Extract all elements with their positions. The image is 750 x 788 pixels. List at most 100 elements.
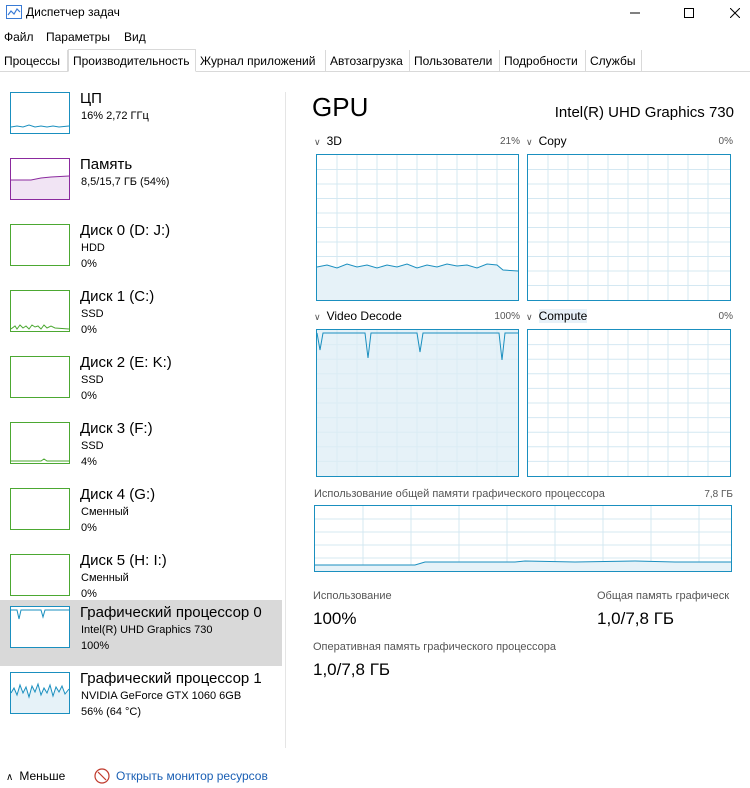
graph-percent: 0% — [718, 136, 733, 147]
shared-gpu-memory-label: Общая память графическ — [597, 590, 730, 602]
cpu-thumbnail — [10, 92, 70, 134]
gpu-ram-value: 1,0/7,8 ГБ — [313, 660, 391, 679]
title-bar: Диспетчер задач — [0, 0, 750, 26]
shared-memory-label: Использование общей памяти графического … — [314, 488, 605, 500]
sidebar-item-cpu[interactable]: ЦП 16% 2,72 ГГц — [0, 86, 282, 152]
window-title: Диспетчер задач — [26, 5, 120, 19]
sidebar-item-detail: 16% 2,72 ГГц — [81, 110, 149, 122]
sidebar-item-detail: SSD — [81, 440, 104, 452]
tab-services[interactable]: Службы — [586, 50, 642, 72]
graph-selector-compute[interactable]: ∨ Compute — [526, 309, 588, 323]
sidebar-item-name: ЦП — [80, 90, 102, 107]
graph-selector-3d[interactable]: ∨ 3D — [314, 134, 342, 148]
graph-label: Compute — [538, 309, 588, 323]
sidebar-item-name: Диск 4 (G:) — [80, 486, 156, 503]
fewer-details-button[interactable]: ∧ Меньше — [6, 769, 65, 783]
graph-percent: 21% — [499, 136, 520, 147]
sidebar-item-detail: 8,5/15,7 ГБ (54%) — [81, 176, 170, 188]
chevron-down-icon: ∨ — [526, 137, 533, 147]
minimize-icon — [630, 12, 640, 14]
graph-percent: 0% — [718, 311, 733, 322]
usage-value: 100% — [313, 609, 357, 628]
sidebar-item-name: Диск 2 (E: K:) — [80, 354, 172, 371]
memory-thumbnail — [10, 158, 70, 200]
graph-label: Video Decode — [326, 309, 402, 323]
sidebar-item-detail: Сменный — [81, 506, 129, 518]
graph-selector-copy[interactable]: ∨ Copy — [526, 134, 567, 148]
sidebar-item-disk3[interactable]: Диск 3 (F:) SSD 4% — [0, 416, 282, 482]
close-button[interactable] — [712, 0, 750, 26]
graph-compute — [527, 329, 731, 477]
sidebar-item-usage: 0% — [81, 522, 97, 534]
sidebar-item-name: Графический процессор 1 — [80, 670, 262, 687]
sidebar-item-gpu1[interactable]: Графический процессор 1 NVIDIA GeForce G… — [0, 666, 282, 732]
disk-thumbnail — [10, 290, 70, 332]
footer: ∧ Меньше Открыть монитор ресурсов — [0, 764, 750, 788]
sidebar-item-name: Память — [80, 156, 133, 173]
tab-app-history[interactable]: Журнал приложений — [196, 50, 326, 72]
usage-label: Использование — [313, 590, 392, 602]
graph-label: 3D — [326, 134, 342, 148]
sidebar-item-usage: 100% — [81, 640, 110, 652]
shared-gpu-memory-value: 1,0/7,8 ГБ — [597, 609, 675, 628]
sidebar-item-usage: 0% — [81, 390, 97, 402]
sidebar-item-usage: 0% — [81, 258, 97, 270]
chevron-down-icon: ∨ — [314, 312, 321, 322]
disk-thumbnail — [10, 224, 70, 266]
tab-details[interactable]: Подробности — [500, 50, 586, 72]
sidebar-item-disk4[interactable]: Диск 4 (G:) Сменный 0% — [0, 482, 282, 548]
sidebar-item-usage: 0% — [81, 324, 97, 336]
sidebar-item-disk0[interactable]: Диск 0 (D: J:) HDD 0% — [0, 218, 282, 284]
sidebar-item-detail: Intel(R) UHD Graphics 730 — [81, 624, 213, 636]
tab-bar: Процессы Производительность Журнал прило… — [0, 49, 750, 72]
sidebar-item-usage: 4% — [81, 456, 97, 468]
sidebar-item-memory[interactable]: Память 8,5/15,7 ГБ (54%) — [0, 152, 282, 218]
chevron-up-icon: ∧ — [6, 772, 14, 783]
sidebar-item-usage: 0% — [81, 588, 97, 600]
shared-memory-max: 7,8 ГБ — [704, 489, 733, 500]
tab-processes[interactable]: Процессы — [0, 50, 68, 72]
tab-performance[interactable]: Производительность — [68, 49, 196, 72]
sidebar-item-name: Графический процессор 0 — [80, 604, 262, 621]
tab-users[interactable]: Пользователи — [410, 50, 500, 72]
menu-file[interactable]: Файл — [4, 30, 34, 44]
sidebar-item-disk2[interactable]: Диск 2 (E: K:) SSD 0% — [0, 350, 282, 416]
sidebar-item-name: Диск 3 (F:) — [80, 420, 153, 437]
sidebar-item-gpu0[interactable]: Графический процессор 0 Intel(R) UHD Gra… — [0, 600, 282, 666]
disk-thumbnail — [10, 422, 70, 464]
pane-divider[interactable] — [285, 92, 286, 748]
sidebar-item-detail: Сменный — [81, 572, 129, 584]
sidebar-item-disk1[interactable]: Диск 1 (C:) SSD 0% — [0, 284, 282, 350]
sidebar-item-detail: NVIDIA GeForce GTX 1060 6GB — [81, 690, 242, 702]
chevron-down-icon: ∨ — [526, 312, 533, 322]
sidebar-item-name: Диск 0 (D: J:) — [80, 222, 171, 239]
page-title: GPU — [312, 92, 369, 122]
tab-startup[interactable]: Автозагрузка — [326, 50, 410, 72]
maximize-button[interactable] — [666, 0, 712, 26]
maximize-icon — [684, 8, 694, 18]
disk-thumbnail — [10, 356, 70, 398]
close-icon — [730, 8, 740, 18]
sidebar-item-usage: 56% (64 °C) — [81, 706, 142, 718]
disk-thumbnail — [10, 488, 70, 530]
sidebar-item-name: Диск 1 (C:) — [80, 288, 155, 305]
sidebar-item-name: Диск 5 (H: I:) — [80, 552, 167, 569]
resource-monitor-icon — [94, 768, 110, 784]
menu-options[interactable]: Параметры — [46, 30, 110, 44]
task-manager-icon — [6, 5, 22, 19]
graph-copy — [527, 154, 731, 301]
open-resource-monitor-link[interactable]: Открыть монитор ресурсов — [116, 769, 268, 783]
menu-bar: Файл Параметры Вид — [0, 28, 750, 48]
graph-shared-memory — [314, 505, 732, 572]
minimize-button[interactable] — [612, 0, 658, 26]
graph-video-decode — [316, 329, 519, 477]
sidebar-item-detail: HDD — [81, 242, 105, 254]
sidebar-item-detail: SSD — [81, 374, 104, 386]
gpu-model-name: Intel(R) UHD Graphics 730 — [554, 104, 734, 121]
graph-selector-video-decode[interactable]: ∨ Video Decode — [314, 309, 402, 323]
menu-view[interactable]: Вид — [124, 30, 146, 44]
gpu1-thumbnail — [10, 672, 70, 714]
disk-thumbnail — [10, 554, 70, 596]
graph-3d — [316, 154, 519, 301]
gpu-ram-label: Оперативная память графического процессо… — [313, 641, 557, 653]
